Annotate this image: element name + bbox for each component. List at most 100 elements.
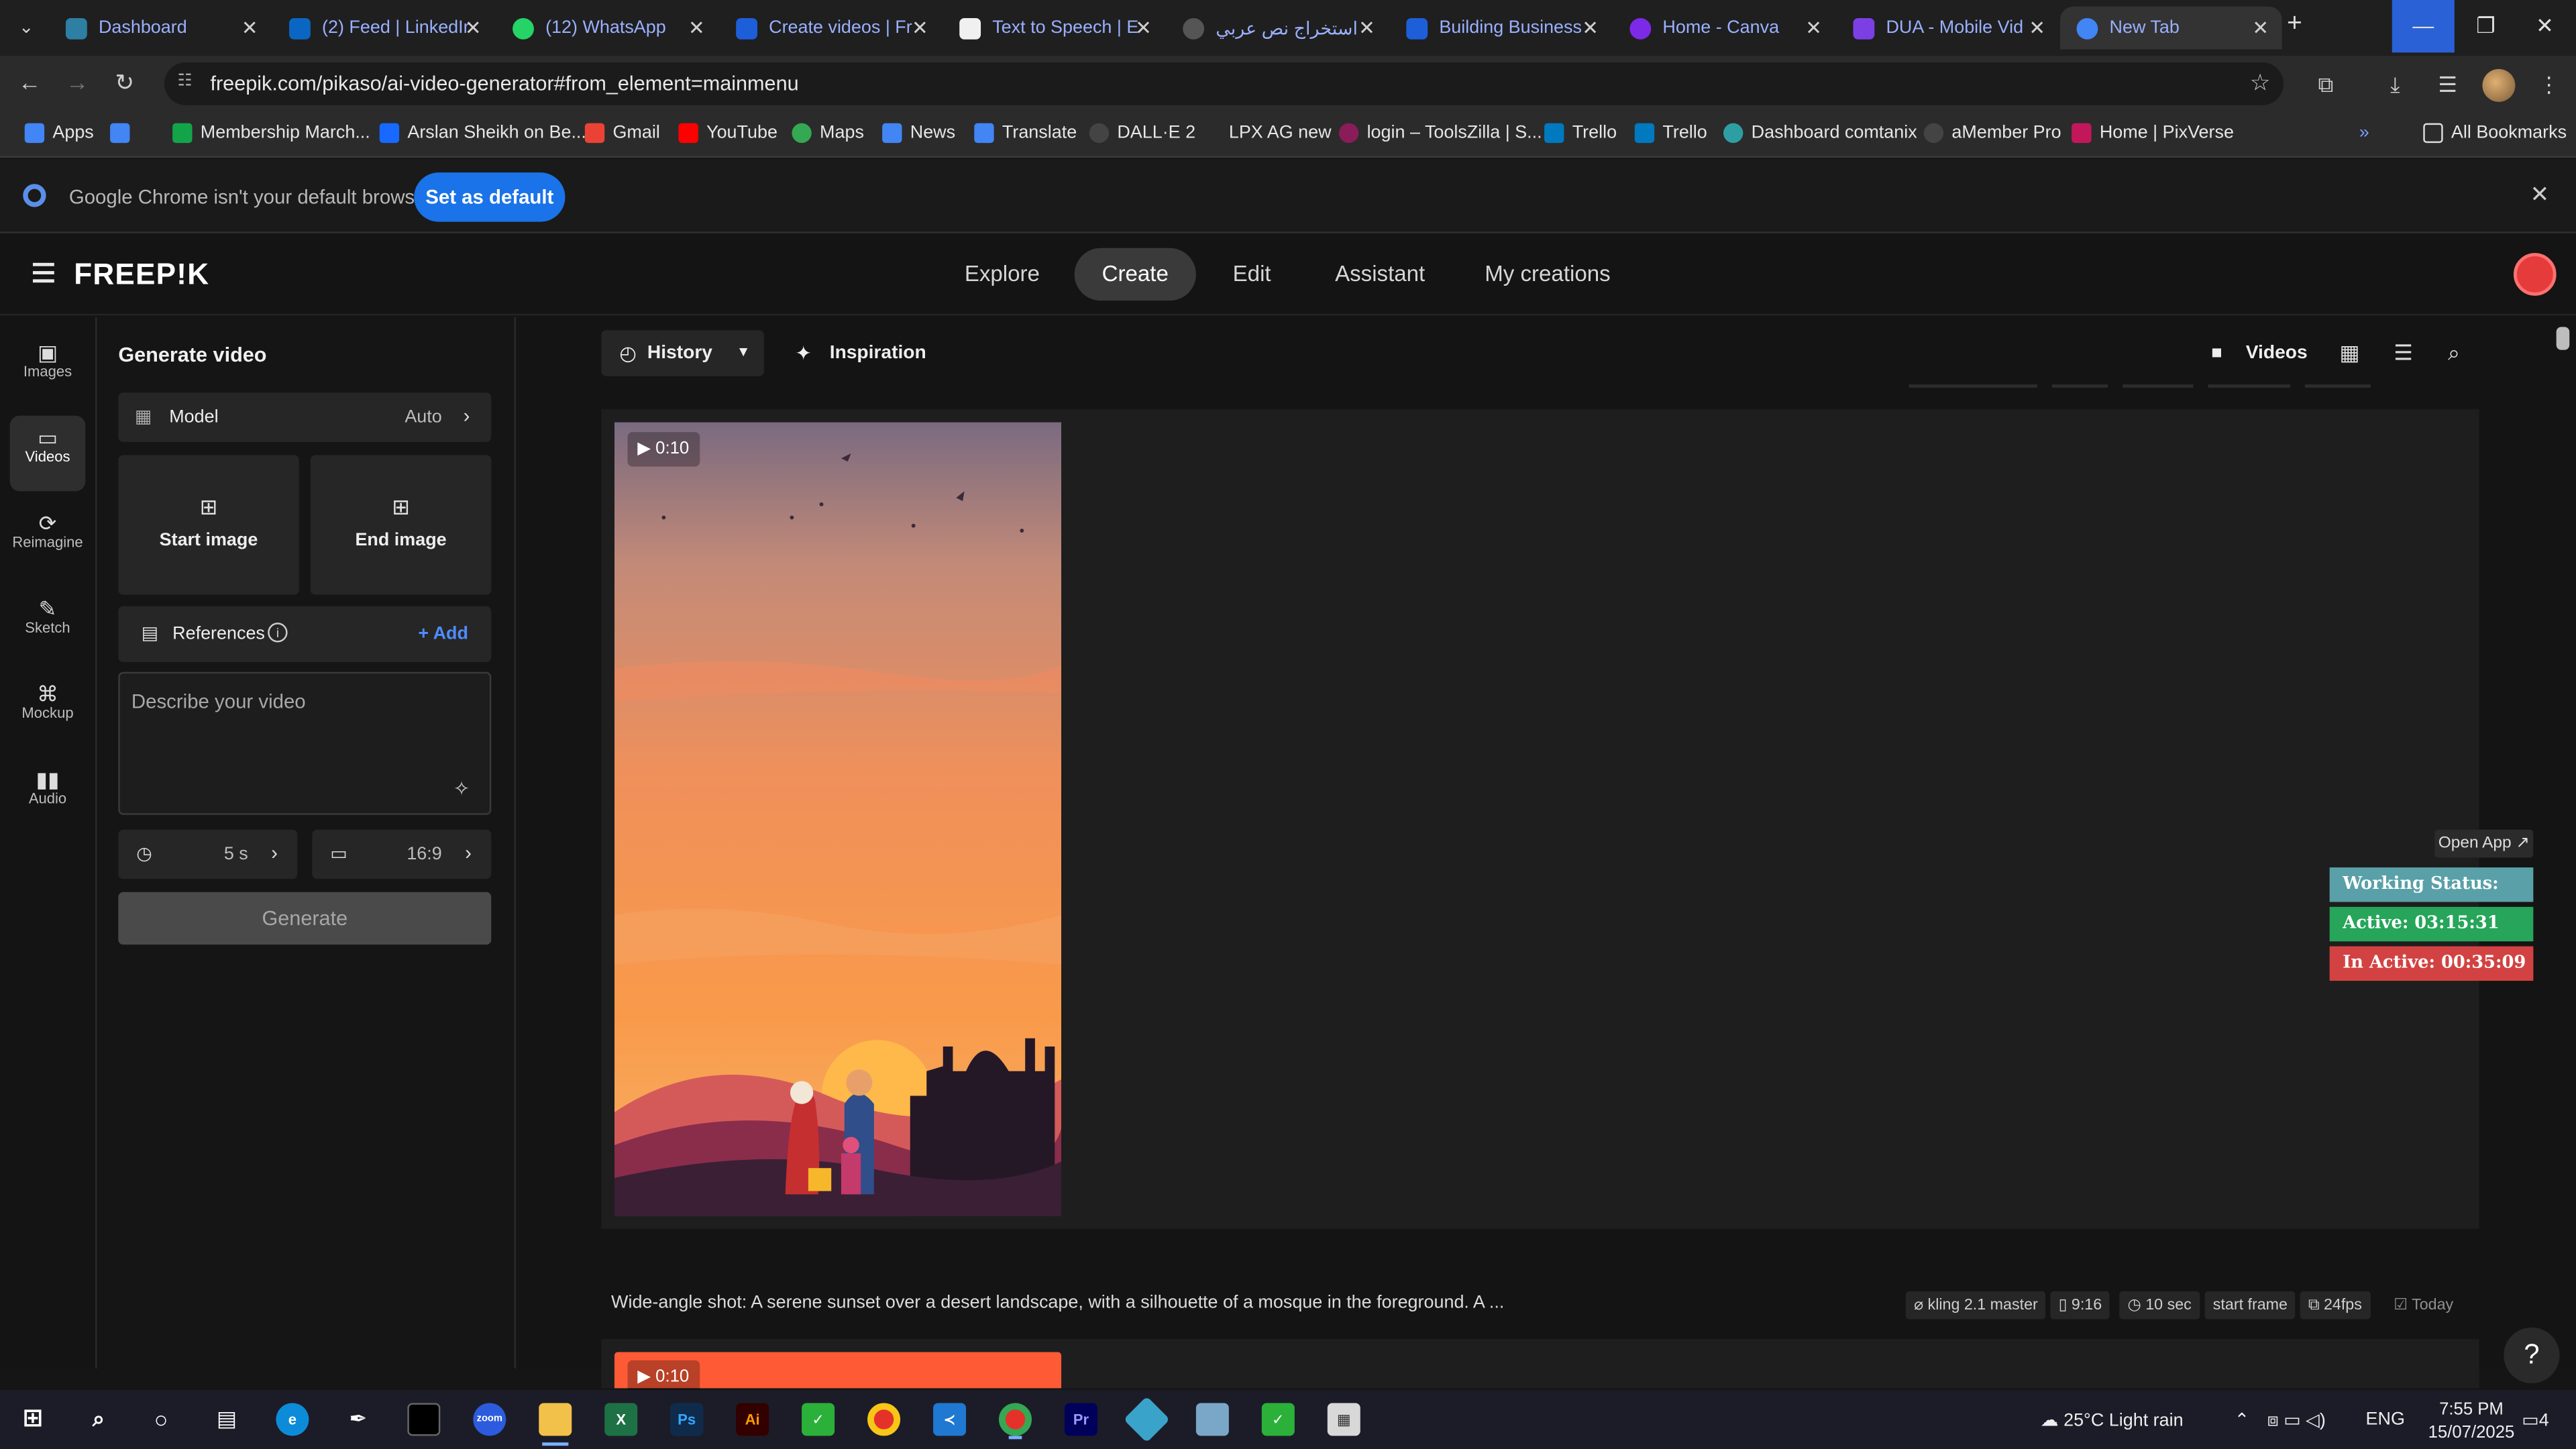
nav-explore[interactable]: Explore (953, 248, 1051, 301)
window-close-button[interactable]: ✕ (2514, 0, 2576, 52)
green-app-icon[interactable]: ✓ (802, 1403, 835, 1436)
browser-tab[interactable]: استخراج نص عربي ✕ (1167, 7, 1389, 50)
task-view-icon[interactable]: ▤ (210, 1403, 243, 1436)
bookmark[interactable]: Gmail (584, 123, 660, 144)
language-indicator[interactable]: ENG (2366, 1409, 2405, 1429)
forward-icon[interactable]: → (66, 69, 89, 95)
tab-close-icon[interactable]: ✕ (1135, 16, 1152, 39)
bookmark[interactable]: Trello (1544, 123, 1617, 144)
browser-tab[interactable]: (2) Feed | LinkedIn ✕ (273, 7, 495, 50)
browser-tab[interactable]: DUA - Mobile Vid ✕ (1837, 7, 2059, 50)
terminal-icon[interactable] (407, 1403, 441, 1436)
cortana-icon[interactable]: ○ (145, 1403, 178, 1436)
zoom-icon[interactable]: zoom (473, 1403, 506, 1436)
inspiration-button[interactable]: ✦ Inspiration (795, 330, 926, 376)
bookmark[interactable]: aMember Pro (1923, 123, 2061, 144)
browser-tab[interactable]: Text to Speech | E ✕ (943, 7, 1165, 50)
chrome-active-icon[interactable] (998, 1403, 1032, 1440)
magic-wand-icon[interactable]: ✧ (453, 777, 470, 800)
prompt-caption[interactable]: Wide-angle shot: A serene sunset over a … (611, 1293, 1504, 1312)
add-reference-button[interactable]: + Add (418, 625, 468, 644)
video-thumbnail[interactable] (614, 422, 1062, 1216)
back-icon[interactable]: ← (18, 69, 41, 95)
browser-tab-active[interactable]: New Tab ✕ (2060, 6, 2282, 50)
bookmark[interactable]: Dashboard comtanix (1723, 123, 1917, 144)
rail-audio[interactable]: ▮▮ Audio (10, 757, 86, 833)
prompt-input[interactable]: Describe your video ✧ (118, 672, 492, 815)
info-icon[interactable]: i (268, 623, 288, 643)
rail-reimagine[interactable]: ⟳ Reimagine (10, 501, 86, 577)
bookmark[interactable]: YouTube (678, 123, 777, 144)
green-app-icon[interactable]: ✓ (1261, 1403, 1295, 1436)
tab-close-icon[interactable]: ✕ (1582, 16, 1599, 39)
tab-search-icon[interactable]: ⌄ (10, 13, 43, 43)
clock[interactable]: 7:55 PM 15/07/2025 (2428, 1398, 2515, 1444)
user-avatar[interactable] (2513, 253, 2557, 296)
bookmark[interactable]: login – ToolsZilla | S... (1338, 123, 1542, 144)
bookmark[interactable]: Membership March... (172, 123, 370, 144)
downloads-icon[interactable]: ⤓ (2390, 72, 2400, 99)
tab-close-icon[interactable]: ✕ (1358, 16, 1375, 39)
search-icon[interactable]: ⌕ (2448, 340, 2460, 366)
app-icon[interactable] (1195, 1403, 1229, 1436)
calculator-icon[interactable]: ▦ (1327, 1403, 1360, 1436)
tab-close-icon[interactable]: ✕ (241, 16, 258, 39)
bookmark[interactable]: LPX AG new (1201, 123, 1332, 144)
bookmark[interactable]: News (882, 123, 955, 144)
tray-chevron-icon[interactable]: ⌃ (2235, 1409, 2250, 1431)
rail-images[interactable]: ▣ Images (10, 330, 86, 406)
history-dropdown[interactable]: ◴ History ▾ (601, 330, 764, 376)
tab-close-icon[interactable]: ✕ (2252, 16, 2269, 39)
minimize-button[interactable]: — (2392, 0, 2455, 53)
bookmark-star-icon[interactable]: ☆ (2250, 69, 2271, 97)
browser-tab[interactable]: Create videos | Fr ✕ (720, 7, 942, 50)
generate-button[interactable]: Generate (118, 892, 492, 945)
bookmark[interactable]: Arslan Sheikh on Be... (379, 123, 586, 144)
url-bar[interactable]: ☷ freepik.com/pikaso/ai-video-generator#… (164, 62, 2284, 105)
open-app-button[interactable]: Open App ↗ (2434, 829, 2534, 858)
pen-icon[interactable]: ✒ (341, 1403, 374, 1436)
notifications-icon[interactable]: ▭4 (2522, 1409, 2548, 1431)
tab-close-icon[interactable]: ✕ (1805, 16, 1822, 39)
new-tab-button[interactable]: + (2287, 10, 2302, 40)
search-icon[interactable]: ⌕ (82, 1403, 115, 1436)
model-selector[interactable]: ▦ Model Auto › (118, 392, 492, 442)
filters-icon[interactable]: ☰ (2394, 340, 2413, 366)
chrome-menu-icon[interactable]: ⋮ (2538, 72, 2560, 99)
tab-close-icon[interactable]: ✕ (465, 16, 482, 39)
nav-assistant[interactable]: Assistant (1322, 248, 1437, 301)
duration-selector[interactable]: ◷ 5 s › (118, 829, 298, 879)
extensions-icon[interactable]: ⧉ (2318, 72, 2334, 99)
tab-close-icon[interactable]: ✕ (912, 16, 928, 39)
bookmark[interactable]: Trello (1634, 123, 1707, 144)
tab-close-icon[interactable]: ✕ (688, 16, 705, 39)
browser-tab[interactable]: (12) WhatsApp ✕ (496, 7, 718, 50)
grid-view-icon[interactable]: ▦ (2339, 340, 2359, 366)
chrome-icon[interactable] (867, 1403, 901, 1436)
close-icon[interactable]: ✕ (2530, 180, 2549, 209)
restore-button[interactable]: ❐ (2455, 0, 2517, 52)
start-image-button[interactable]: ⊞ Start image (118, 455, 299, 595)
reload-icon[interactable]: ↻ (115, 69, 134, 97)
browser-tab[interactable]: Dashboard ✕ (49, 7, 271, 50)
rail-videos[interactable]: ▭ Videos (9, 415, 86, 492)
aspect-ratio-selector[interactable]: ▭ 16:9 › (312, 829, 492, 879)
rail-sketch[interactable]: ✎ Sketch (10, 586, 86, 662)
menu-icon[interactable] (32, 262, 54, 283)
weather-widget[interactable]: ☁ 25°C Light rain (2041, 1409, 2184, 1431)
media-controls-icon[interactable]: ☰ (2438, 72, 2457, 99)
videos-filter[interactable]: ■ Videos (2211, 330, 2307, 376)
photoshop-icon[interactable]: Ps (670, 1403, 704, 1436)
tab-close-icon[interactable]: ✕ (2029, 16, 2045, 39)
profile-avatar[interactable] (2482, 68, 2516, 102)
bookmark-grid[interactable] (110, 123, 138, 144)
nav-edit[interactable]: Edit (1219, 248, 1285, 301)
more-bookmarks-icon[interactable]: » (2359, 123, 2369, 143)
excel-icon[interactable]: X (604, 1403, 638, 1436)
help-button[interactable]: ? (2504, 1327, 2560, 1384)
bookmark-apps[interactable]: Apps (24, 123, 94, 144)
illustrator-icon[interactable]: Ai (736, 1403, 769, 1436)
bookmark[interactable]: Maps (792, 123, 864, 144)
set-default-button[interactable]: Set as default (414, 172, 566, 222)
end-image-button[interactable]: ⊞ End image (310, 455, 492, 595)
